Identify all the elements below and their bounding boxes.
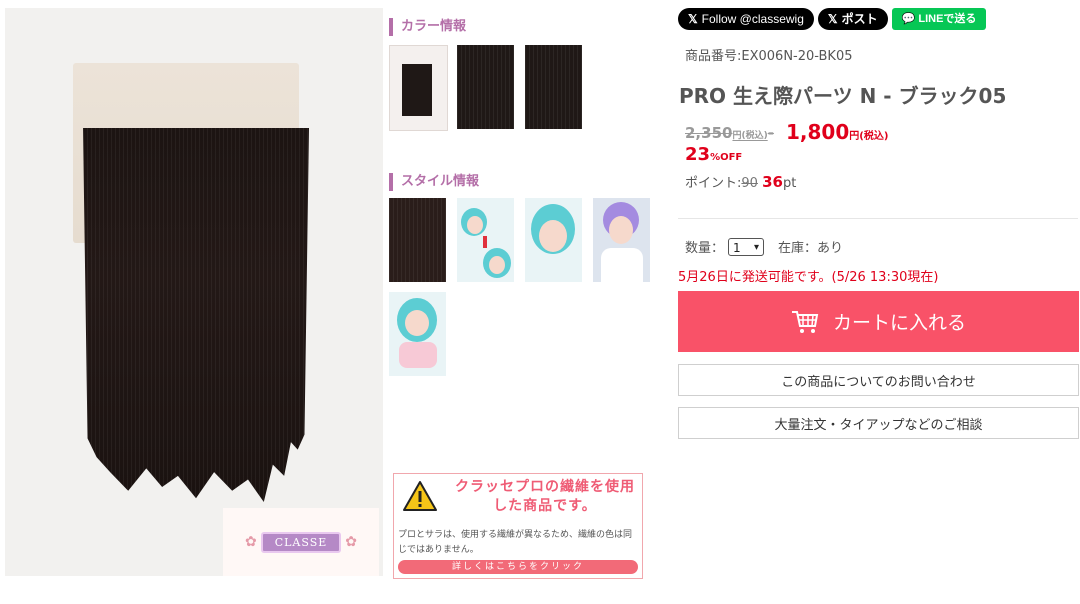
sale-price-unit: 円(税込): [849, 131, 889, 142]
color-thumb-2[interactable]: [457, 45, 514, 129]
product-inquiry-button[interactable]: この商品についてのお問い合わせ: [678, 364, 1079, 396]
discount-badge: 23%OFF: [685, 144, 742, 165]
style-thumb-2[interactable]: [457, 198, 514, 282]
quantity-label: 数量：: [685, 241, 725, 256]
style-thumb-1[interactable]: [389, 198, 446, 282]
quantity-select[interactable]: 1 ▾: [728, 237, 765, 256]
style-thumb-4[interactable]: [593, 198, 650, 282]
original-price: 2,350円(税込)-: [685, 124, 774, 142]
add-to-cart-label: カートに入れる: [832, 312, 966, 334]
quantity-value: 1: [733, 240, 741, 255]
x-logo-icon: 𝕏: [688, 12, 698, 26]
sale-price: 1,800円(税込): [786, 120, 888, 144]
style-info-heading: スタイル情報: [389, 173, 479, 191]
points-original: 90: [741, 176, 758, 191]
style-thumb-3[interactable]: [525, 198, 582, 282]
color-thumb-1[interactable]: [389, 45, 448, 131]
notice-body: プロとサラは、使用する繊維が異なるため、繊維の色は同じではありません。: [398, 530, 633, 555]
shipping-note: 5月26日に発送可能です。(5/26 13:30現在): [678, 270, 939, 285]
x-post-button[interactable]: 𝕏 ポスト: [817, 8, 888, 30]
x-post-label: ポスト: [841, 12, 878, 26]
price-separator: -: [767, 124, 774, 142]
discount-unit: %OFF: [710, 152, 743, 163]
x-logo-icon: 𝕏: [827, 12, 838, 26]
discount-value: 23: [685, 144, 711, 165]
brand-logo: ✿ CLASSE ✿: [223, 508, 379, 576]
notice-details-link[interactable]: 詳しくはこちらをクリック: [398, 560, 638, 574]
x-follow-label: Follow @classewig: [701, 12, 804, 26]
notice-title: クラッセプロの繊維を使用した商品です。: [455, 479, 635, 514]
quantity-row: 数量： 1 ▾ 在庫：あり: [685, 237, 843, 256]
logo-text: CLASSE: [260, 531, 342, 553]
line-chat-icon: 💬: [901, 13, 919, 25]
points-label: ポイント:: [685, 176, 742, 191]
points-current: 36: [762, 173, 783, 191]
product-code: 商品番号:EX006N-20-BK05: [685, 49, 853, 64]
stock-status: 在庫：あり: [778, 241, 844, 256]
color-info-heading: カラー情報: [389, 18, 466, 36]
line-share-button[interactable]: 💬 LINEで送る: [891, 8, 987, 30]
original-price-unit: 円(税込): [732, 131, 768, 141]
main-product-image[interactable]: ✿ CLASSE ✿: [5, 8, 383, 576]
chevron-down-icon: ▾: [753, 241, 760, 253]
warning-icon: [403, 481, 437, 511]
hair-piece: [83, 128, 309, 502]
color-thumb-3[interactable]: [525, 45, 582, 129]
line-share-label: LINEで送る: [918, 13, 977, 25]
social-share-row: 𝕏 Follow @classewig 𝕏 ポスト 💬 LINEで送る: [678, 8, 987, 30]
sale-price-value: 1,800: [786, 120, 850, 144]
cart-icon: [791, 310, 819, 333]
x-follow-button[interactable]: 𝕏 Follow @classewig: [678, 8, 814, 30]
points-info: ポイント:90 36pt: [685, 172, 796, 191]
bulk-order-button[interactable]: 大量注文・タイアップなどのご相談: [678, 407, 1079, 439]
original-price-value: 2,350: [685, 124, 733, 142]
flower-icon: ✿: [345, 534, 358, 550]
style-thumb-5[interactable]: [389, 292, 446, 376]
add-to-cart-button[interactable]: カートに入れる: [678, 291, 1079, 352]
points-unit: pt: [782, 176, 797, 191]
flower-icon: ✿: [244, 534, 257, 550]
product-title: PRO 生え際パーツ N - ブラック05: [679, 84, 1007, 108]
fiber-notice-banner[interactable]: クラッセプロの繊維を使用した商品です。 プロとサラは、使用する繊維が異なるため、…: [393, 473, 643, 579]
divider: [678, 218, 1078, 219]
